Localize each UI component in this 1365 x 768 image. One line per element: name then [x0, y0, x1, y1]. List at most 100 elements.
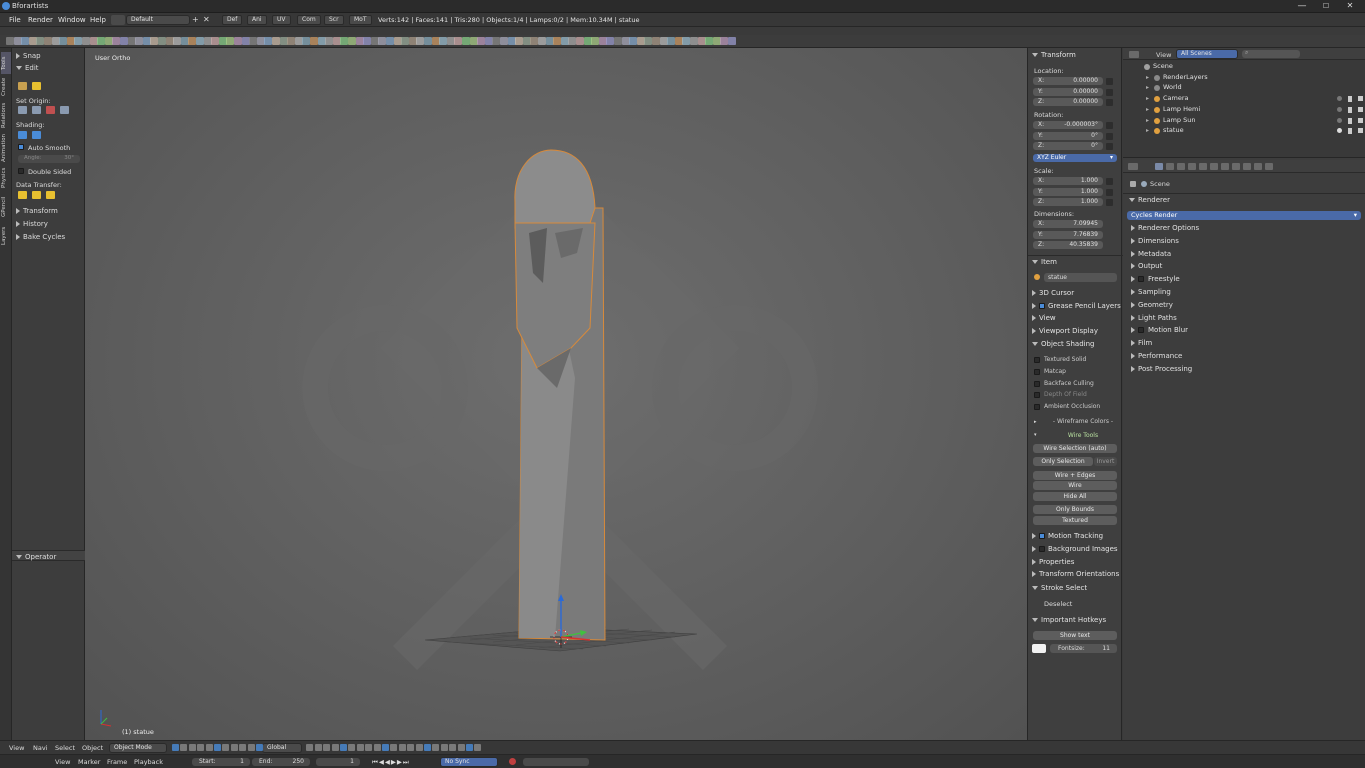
- outliner-row[interactable]: ▸ RenderLayers: [1123, 73, 1365, 83]
- viewport-tool-icon[interactable]: [331, 744, 339, 751]
- record-icon[interactable]: [509, 758, 516, 765]
- toolbar-tool-icon[interactable]: [310, 37, 318, 45]
- outliner-editor-icon[interactable]: [1129, 51, 1139, 58]
- snap-panel[interactable]: Snap: [16, 52, 41, 60]
- location-x-field[interactable]: X: 0.00000: [1033, 77, 1103, 85]
- scenes-dropdown[interactable]: All Scenes: [1176, 49, 1238, 59]
- tab-uv[interactable]: UV: [272, 15, 291, 25]
- scale-y-field[interactable]: Y: 1.000: [1033, 187, 1103, 196]
- transform-panel-header[interactable]: Transform: [1032, 51, 1076, 59]
- menu-render[interactable]: Render: [28, 16, 53, 24]
- toolbar-tool-icon[interactable]: [249, 37, 258, 45]
- stroke-select-header[interactable]: Stroke Select: [1032, 584, 1087, 592]
- transform-panel[interactable]: Transform: [16, 207, 58, 215]
- panel-viewport-display[interactable]: Viewport Display: [1032, 327, 1098, 335]
- toolbar-tool-icon[interactable]: [477, 37, 486, 45]
- toolbar-tool-icon[interactable]: [6, 37, 14, 45]
- toolbar-tool-icon[interactable]: [439, 37, 448, 45]
- show-text-button[interactable]: Show text: [1033, 631, 1117, 640]
- render-tab-icon[interactable]: [1155, 163, 1163, 170]
- origin-geometry-icon[interactable]: [18, 106, 27, 114]
- dimensions-z-field[interactable]: Z: 40.35839: [1033, 241, 1103, 249]
- eye-icon[interactable]: [1337, 128, 1342, 134]
- cursor-select-icon[interactable]: [1348, 106, 1352, 113]
- start-frame-field[interactable]: Start: 1: [192, 758, 250, 766]
- viewport-tool-icon[interactable]: [466, 744, 473, 751]
- checkbox[interactable]: [1138, 276, 1144, 283]
- orientation-dropdown[interactable]: Global: [262, 743, 302, 753]
- viewport-tool-icon[interactable]: [356, 744, 364, 751]
- end-frame-field[interactable]: End: 250: [252, 758, 310, 766]
- cursor-select-icon[interactable]: [1348, 128, 1352, 135]
- add-layout-icon[interactable]: +: [192, 15, 199, 24]
- viewport-tool-icon[interactable]: [449, 744, 457, 751]
- viewport-tool-icon[interactable]: [373, 744, 381, 751]
- toolbar-tool-icon[interactable]: [614, 37, 622, 45]
- only-selection-button[interactable]: Only Selection: [1033, 457, 1093, 466]
- toolbar-tool-icon[interactable]: [538, 37, 546, 45]
- history-panel[interactable]: History: [16, 220, 48, 228]
- toolbar-tool-icon[interactable]: [500, 37, 508, 45]
- toolbar-tool-icon[interactable]: [21, 37, 30, 45]
- section-freestyle[interactable]: Freestyle: [1131, 275, 1180, 283]
- tab-ani[interactable]: Ani: [247, 15, 267, 25]
- lock-icon[interactable]: [1106, 88, 1113, 96]
- important-hotkeys-header[interactable]: Important Hotkeys: [1032, 616, 1106, 624]
- toolbar-tool-icon[interactable]: [287, 37, 296, 45]
- duplicate-icon[interactable]: [18, 82, 27, 90]
- origin-cursor-icon[interactable]: [32, 106, 41, 114]
- cursor-select-icon[interactable]: [1348, 96, 1352, 103]
- section-metadata[interactable]: Metadata: [1131, 250, 1171, 258]
- viewport-tool-icon[interactable]: [457, 744, 465, 751]
- scale-x-field[interactable]: X: 1.000: [1033, 177, 1103, 185]
- join-icon[interactable]: [32, 82, 41, 90]
- viewport-tool-icon[interactable]: [323, 744, 331, 751]
- outliner-row[interactable]: ▸ Lamp Hemi: [1123, 105, 1365, 115]
- toolbar-tool-icon[interactable]: [272, 37, 280, 45]
- auto-smooth-checkbox[interactable]: [18, 144, 24, 150]
- toolbar-tool-icon[interactable]: [728, 37, 736, 45]
- menu-select[interactable]: Select: [55, 744, 75, 752]
- toolbar-tool-icon[interactable]: [705, 37, 714, 45]
- checkbox[interactable]: [1034, 368, 1040, 375]
- pin-icon[interactable]: [1130, 181, 1136, 187]
- scale-z-field[interactable]: Z: 1.000: [1033, 198, 1103, 206]
- tab-animation[interactable]: Animation: [1, 132, 11, 164]
- menu-help[interactable]: Help: [90, 16, 106, 24]
- mode-dropdown[interactable]: Object Mode: [109, 743, 167, 753]
- viewport-tool-icon[interactable]: [474, 744, 482, 751]
- tab-layers[interactable]: Layers: [1, 224, 11, 248]
- viewport-tool-icon[interactable]: [314, 744, 322, 751]
- scene-tab-icon[interactable]: [1177, 163, 1185, 170]
- toolbar-tool-icon[interactable]: [462, 37, 470, 45]
- menu-frame[interactable]: Frame: [107, 758, 127, 766]
- eye-icon[interactable]: [1337, 106, 1342, 112]
- dimensions-x-field[interactable]: X: 7.09945: [1033, 220, 1103, 228]
- camera-render-icon[interactable]: [1358, 106, 1363, 112]
- viewport-tool-icon[interactable]: [172, 744, 179, 751]
- viewport-tool-icon[interactable]: [382, 744, 389, 751]
- 3d-viewport[interactable]: User Ortho (1) statue: [85, 48, 1027, 740]
- panel-properties[interactable]: Properties: [1032, 558, 1074, 566]
- outliner-row[interactable]: ▸ statue: [1123, 126, 1365, 136]
- menu-view[interactable]: View: [55, 758, 70, 766]
- current-frame-field[interactable]: 1: [316, 758, 360, 766]
- eye-icon[interactable]: [1337, 117, 1342, 123]
- toolbar-tool-icon[interactable]: [515, 37, 524, 45]
- hotkey-color-swatch[interactable]: [1032, 644, 1046, 653]
- layers-tab-icon[interactable]: [1166, 163, 1174, 170]
- camera-render-icon[interactable]: [1358, 128, 1363, 134]
- section-renderer-options[interactable]: Renderer Options: [1131, 224, 1199, 232]
- wire-button[interactable]: Wire: [1033, 481, 1117, 490]
- section-output[interactable]: Output: [1131, 262, 1162, 270]
- menu-file[interactable]: File: [9, 16, 21, 24]
- checkbox[interactable]: [1034, 404, 1040, 411]
- item-panel-header[interactable]: Item: [1032, 258, 1057, 266]
- section-dimensions[interactable]: Dimensions: [1131, 237, 1179, 245]
- menu-navi[interactable]: Navi: [33, 744, 48, 752]
- toolbar-tool-icon[interactable]: [158, 37, 166, 45]
- toolbar-tool-icon[interactable]: [348, 37, 356, 45]
- viewport-tool-icon[interactable]: [214, 744, 221, 751]
- only-bounds-button[interactable]: Only Bounds: [1033, 505, 1117, 514]
- toolbar-tool-icon[interactable]: [667, 37, 676, 45]
